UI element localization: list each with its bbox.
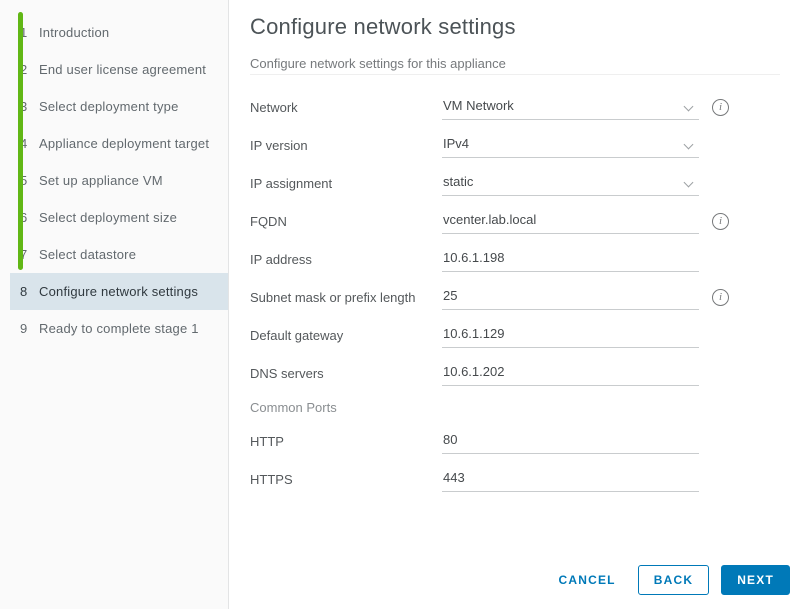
ip-address-input[interactable] — [442, 246, 699, 272]
step-number: 8 — [20, 284, 28, 299]
step-number: 9 — [20, 321, 28, 336]
fqdn-input[interactable] — [442, 208, 699, 234]
sidebar-step-select-deployment-type[interactable]: 3 Select deployment type — [10, 88, 228, 125]
field-label-fqdn: FQDN — [250, 213, 287, 229]
chevron-down-icon — [685, 103, 693, 111]
https-value[interactable] — [442, 466, 699, 491]
step-label: Configure network settings — [39, 284, 199, 299]
form-row-default-gateway: Default gateway — [250, 316, 780, 354]
footer-actions: CANCEL BACK NEXT — [549, 565, 790, 595]
form-row-https: HTTPS — [250, 460, 780, 498]
http-input[interactable] — [442, 428, 699, 454]
https-input[interactable] — [442, 466, 699, 492]
network-settings-form: Network i IP version IP assignment FQDN i IP a… — [250, 88, 780, 498]
ip-assignment-select[interactable] — [442, 170, 699, 196]
step-label: Select datastore — [39, 247, 137, 262]
step-label: End user license agreement — [39, 62, 207, 77]
field-label-ip-version: IP version — [250, 137, 308, 153]
page-subtitle: Configure network settings for this appl… — [250, 56, 506, 71]
form-row-ip-version: IP version — [250, 126, 780, 164]
form-row-http: HTTP — [250, 422, 780, 460]
next-button[interactable]: NEXT — [721, 565, 790, 595]
wizard-steps-sidebar: 1 Introduction 2 End user license agreement… — [0, 0, 229, 609]
sidebar-step-select-deployment-size[interactable]: 6 Select deployment size — [10, 199, 228, 236]
field-label-dns-servers: DNS servers — [250, 365, 324, 381]
form-row-ip-assignment: IP assignment — [250, 164, 780, 202]
step-label: Ready to complete stage 1 — [39, 321, 199, 336]
step-label: Introduction — [39, 25, 110, 40]
info-icon[interactable]: i — [712, 212, 729, 230]
section-label-common-ports: Common Ports — [250, 399, 337, 415]
info-icon[interactable]: i — [712, 98, 729, 116]
subnet-mask-or-prefix-length-input[interactable] — [442, 284, 699, 310]
ip-version-select[interactable] — [442, 132, 699, 158]
sidebar-step-introduction[interactable]: 1 Introduction — [10, 14, 228, 51]
step-label: Select deployment size — [39, 210, 178, 225]
field-label-default-gateway: Default gateway — [250, 327, 344, 343]
network-select[interactable] — [442, 94, 699, 120]
sidebar-step-ready-to-complete-stage-1[interactable]: 9 Ready to complete stage 1 — [10, 310, 228, 347]
dns-servers-input[interactable] — [442, 360, 699, 386]
progress-bar — [18, 12, 23, 270]
sidebar-step-appliance-deployment-target[interactable]: 4 Appliance deployment target — [10, 125, 228, 162]
form-row-fqdn: FQDN i — [250, 202, 780, 240]
field-label-https: HTTPS — [250, 471, 293, 487]
form-row-network: Network i — [250, 88, 780, 126]
sidebar-step-end-user-license-agreement[interactable]: 2 End user license agreement — [10, 51, 228, 88]
fqdn-value[interactable] — [442, 208, 699, 233]
field-label-network: Network — [250, 99, 298, 115]
info-icon[interactable]: i — [712, 288, 729, 306]
content-panel: Configure network settings Configure net… — [229, 0, 800, 609]
header-divider — [250, 74, 780, 75]
ip-assignment-value[interactable] — [442, 170, 699, 195]
sidebar-step-configure-network-settings[interactable]: 8 Configure network settings — [10, 273, 228, 310]
default-gateway-input[interactable] — [442, 322, 699, 348]
form-row-ip-address: IP address — [250, 240, 780, 278]
default-gateway-value[interactable] — [442, 322, 699, 347]
subnet-mask-or-prefix-length-value[interactable] — [442, 284, 699, 309]
form-row-dns-servers: DNS servers — [250, 354, 780, 392]
chevron-down-icon — [685, 141, 693, 149]
cancel-button[interactable]: CANCEL — [549, 566, 626, 594]
step-label: Select deployment type — [39, 99, 179, 114]
form-row-subnet-mask-or-prefix-length: Subnet mask or prefix length i — [250, 278, 780, 316]
back-button[interactable]: BACK — [637, 565, 710, 595]
field-label-ip-address: IP address — [250, 251, 312, 267]
sidebar-step-select-datastore[interactable]: 7 Select datastore — [10, 236, 228, 273]
page-title: Configure network settings — [250, 14, 516, 39]
chevron-down-icon — [685, 179, 693, 187]
step-label: Appliance deployment target — [39, 136, 210, 151]
installer-window: 1 Introduction 2 End user license agreement… — [0, 0, 800, 609]
field-label-subnet-mask-or-prefix-length: Subnet mask or prefix length — [250, 289, 416, 305]
http-value[interactable] — [442, 428, 699, 453]
ip-address-value[interactable] — [442, 246, 699, 271]
step-label: Set up appliance VM — [39, 173, 163, 188]
wizard-steps-list: 1 Introduction 2 End user license agreement… — [0, 14, 228, 347]
sidebar-step-set-up-appliance-vm[interactable]: 5 Set up appliance VM — [10, 162, 228, 199]
dns-servers-value[interactable] — [442, 360, 699, 385]
field-label-ip-assignment: IP assignment — [250, 175, 333, 191]
field-label-http: HTTP — [250, 433, 284, 449]
ip-version-value[interactable] — [442, 132, 699, 157]
network-value[interactable] — [442, 94, 699, 119]
